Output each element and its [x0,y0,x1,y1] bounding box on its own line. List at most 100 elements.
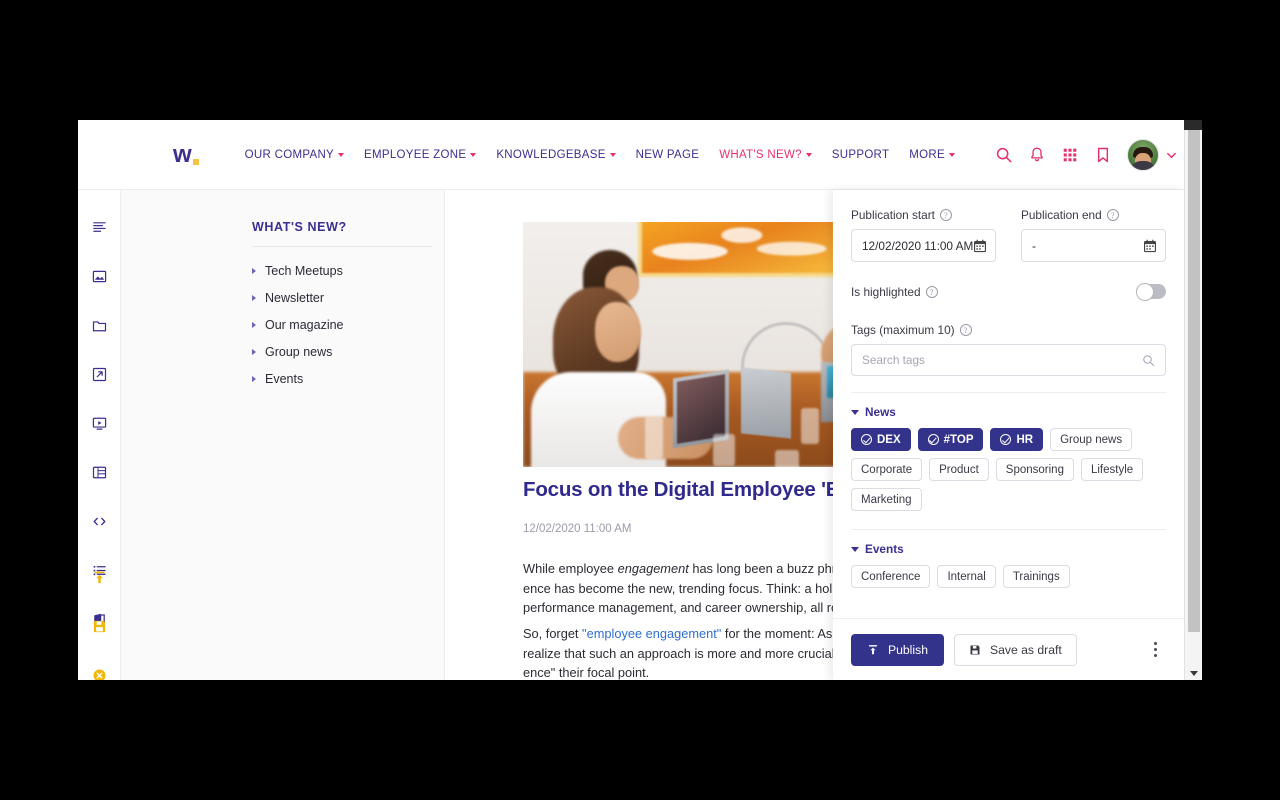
tag-chip-sponsoring[interactable]: Sponsoring [995,458,1074,481]
publication-start-label-row: Publication start ? [851,208,996,222]
check-circle-icon [861,434,872,445]
tree-title: WHAT'S NEW? [252,220,347,234]
nav-label: MORE [909,148,945,161]
nav-item-our-company[interactable]: OUR COMPANY [244,148,345,161]
tree-item-label: Tech Meetups [265,263,343,278]
code-icon[interactable] [78,504,121,539]
metadata-scroll-area: Publication start ? 12/02/2020 11:00 AM [833,190,1184,618]
tag-chip-dex[interactable]: DEX [851,428,911,451]
save-as-draft-button[interactable]: Save as draft [953,633,1077,666]
search-icon[interactable] [995,146,1013,164]
top-nav-actions [995,120,1177,190]
apps-grid-icon[interactable] [1061,146,1079,164]
help-icon[interactable]: ? [1106,209,1119,221]
tag-chip-label: Corporate [861,463,913,476]
news-events-divider [851,529,1166,530]
tag-chip-product[interactable]: Product [929,458,989,481]
bookmark-icon[interactable] [1094,146,1112,164]
window-scrollbar[interactable] [1184,120,1202,680]
tag-group-events-chips: Conference Internal Trainings [851,565,1166,588]
save-icon[interactable] [78,609,121,644]
tag-group-events: Events Conference Internal Trainings [851,542,1166,588]
tag-chip-trainings[interactable]: Trainings [1002,565,1070,588]
chevron-right-icon [252,375,256,382]
is-highlighted-toggle[interactable] [1136,282,1166,301]
chevron-down-icon [948,153,955,157]
help-icon[interactable]: ? [925,285,938,298]
nav-label: OUR COMPANY [244,148,335,161]
tag-chip-conference[interactable]: Conference [851,565,931,588]
tag-chip-lifestyle[interactable]: Lifestyle [1080,458,1144,481]
tags-search-input[interactable]: Search tags [851,344,1166,376]
publication-end-input[interactable]: - [1021,229,1166,262]
hero-glass [645,417,663,459]
tag-chip-hr[interactable]: HR [990,428,1044,451]
tags-label: Tags (maximum 10) [851,323,955,337]
publication-start-input[interactable]: 12/02/2020 11:00 AM [851,229,996,262]
publish-button[interactable]: Publish [851,633,944,666]
is-highlighted-label-row: Is highlighted ? [851,285,938,299]
help-icon[interactable]: ? [939,209,952,221]
tag-chip-label: Conference [861,570,921,583]
nav-item-support[interactable]: SUPPORT [832,149,889,161]
chevron-down-icon [338,153,345,157]
tag-chip-label: Internal [947,570,986,583]
publish-button-label: Publish [888,642,928,657]
avatar[interactable] [1127,139,1159,171]
tag-group-events-header[interactable]: Events [851,542,1166,556]
tag-group-news-header[interactable]: News [851,405,1166,419]
brand-logo[interactable]: w [173,142,199,167]
tag-chip-corporate[interactable]: Corporate [851,458,923,481]
scroll-down-button[interactable] [1185,666,1202,680]
image-icon[interactable] [78,259,121,294]
folder-icon[interactable] [78,308,121,343]
tree-item-group-news[interactable]: Group news [252,338,444,365]
calendar-icon[interactable] [1143,239,1157,253]
nav-item-more[interactable]: MORE [909,149,955,161]
tag-group-news-title: News [865,405,896,419]
publish-upload-icon[interactable] [78,560,121,595]
more-options-button[interactable] [1144,637,1166,663]
publication-end-value: - [1032,238,1036,253]
cancel-icon[interactable] [78,658,121,680]
publication-metadata-panel: Publication start ? 12/02/2020 11:00 AM [833,190,1184,680]
tag-chip-internal[interactable]: Internal [937,565,996,588]
panel-footer-actions: Publish Save as draft [833,618,1184,680]
calendar-icon[interactable] [973,239,987,253]
bell-icon[interactable] [1028,146,1046,164]
para1-pre: While employee [523,561,618,576]
nav-item-employee-zone[interactable]: EMPLOYEE ZONE [364,148,477,161]
chevron-down-icon[interactable] [1166,150,1177,161]
tree-item-tech-meetups[interactable]: Tech Meetups [252,257,444,284]
chevron-down-icon [851,546,859,552]
brand-logo-dot [192,158,199,165]
external-link-icon[interactable] [78,357,121,392]
video-icon[interactable] [78,406,121,441]
text-block-icon[interactable] [78,210,121,245]
help-icon[interactable]: ? [959,324,972,336]
article-date: 12/02/2020 11:00 AM [523,523,632,535]
table-icon[interactable] [78,455,121,490]
nav-item-new-page[interactable]: NEW PAGE [636,149,700,161]
tag-group-news: News DEX #TOP HR Group news Corporate Pr… [851,405,1166,511]
nav-item-knowledgebase[interactable]: KNOWLEDGEBASE [496,148,616,161]
tag-chip-marketing[interactable]: Marketing [851,488,922,511]
tree-item-our-magazine[interactable]: Our magazine [252,311,444,338]
check-circle-icon [927,434,939,445]
publication-end-label: Publication end [1021,208,1102,222]
tag-chip-top[interactable]: #TOP [917,428,984,451]
nav-item-whats-new[interactable]: WHAT'S NEW? [719,149,812,161]
publication-end-label-row: Publication end ? [1021,208,1166,222]
is-highlighted-label: Is highlighted [851,284,921,299]
tags-divider [851,392,1166,393]
scrollbar-thumb[interactable] [1188,122,1200,632]
publication-start-value: 12/02/2020 11:00 AM [862,238,973,253]
nav-label: EMPLOYEE ZONE [364,148,467,161]
employee-engagement-link[interactable]: "employee engagement" [582,626,721,641]
nav-label: KNOWLEDGEBASE [496,148,606,161]
tree-item-newsletter[interactable]: Newsletter [252,284,444,311]
search-icon[interactable] [1142,354,1155,367]
tree-item-events[interactable]: Events [252,365,444,392]
tag-chip-group-news[interactable]: Group news [1050,428,1133,451]
top-navigation-bar: w OUR COMPANY EMPLOYEE ZONE KNOWLEDGEBAS… [78,120,1202,190]
